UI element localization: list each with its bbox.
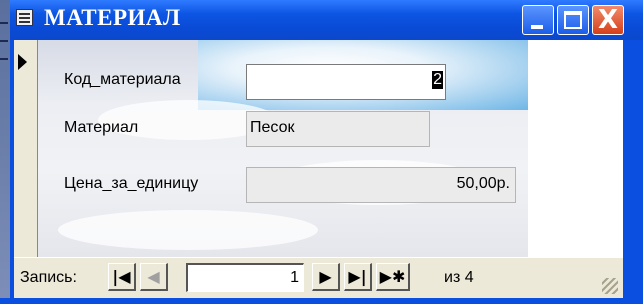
current-record-input[interactable]: 1: [186, 263, 304, 292]
label-material: Материал: [64, 119, 139, 136]
current-record-arrow-icon: [18, 54, 27, 70]
record-selector[interactable]: [14, 40, 38, 257]
label-unit-price: Цена_за_единицу: [64, 175, 199, 192]
unit-price-field[interactable]: 50,00р.: [246, 167, 516, 203]
edge-tick: [0, 58, 8, 60]
background-window-edge: [0, 0, 10, 304]
window-bottom-border: [0, 298, 633, 304]
material-field[interactable]: Песок: [246, 111, 430, 147]
record-label: Запись:: [20, 269, 77, 286]
title-bar[interactable]: МАТЕРИАЛ X: [10, 0, 643, 40]
material-code-field[interactable]: 2: [246, 64, 446, 100]
label-material-code: Код_материала: [64, 71, 181, 88]
close-button[interactable]: X: [592, 5, 624, 35]
first-record-button[interactable]: |◀: [108, 263, 136, 291]
window-title: МАТЕРИАЛ: [44, 5, 181, 30]
unit-price-value: 50,00р.: [456, 175, 510, 192]
form-icon[interactable]: [16, 9, 33, 26]
form-empty-area: [528, 40, 633, 257]
resize-grip-icon[interactable]: [602, 278, 618, 294]
edge-tick: [0, 40, 8, 42]
next-record-button[interactable]: ▶: [312, 263, 340, 291]
record-count: из 4: [444, 269, 474, 286]
maximize-icon: [564, 11, 582, 29]
record-navigation-bar: Запись: |◀ ◀ 1 ▶ ▶| ▶✱ из 4: [14, 257, 623, 299]
edge-tick: [0, 22, 8, 24]
new-record-button[interactable]: ▶✱: [376, 263, 410, 291]
last-record-button[interactable]: ▶|: [344, 263, 372, 291]
material-value: Песок: [250, 119, 295, 136]
minimize-icon: [531, 25, 543, 29]
close-icon: X: [597, 5, 619, 35]
previous-record-button[interactable]: ◀: [140, 263, 168, 291]
background-cloud: [58, 210, 318, 250]
material-code-value: 2: [432, 71, 443, 89]
form-detail-section: Код_материала 2 Материал Песок Цена_за_е…: [38, 40, 528, 257]
window-right-border: [623, 40, 633, 304]
minimize-button[interactable]: [522, 5, 554, 35]
maximize-button[interactable]: [557, 5, 589, 35]
